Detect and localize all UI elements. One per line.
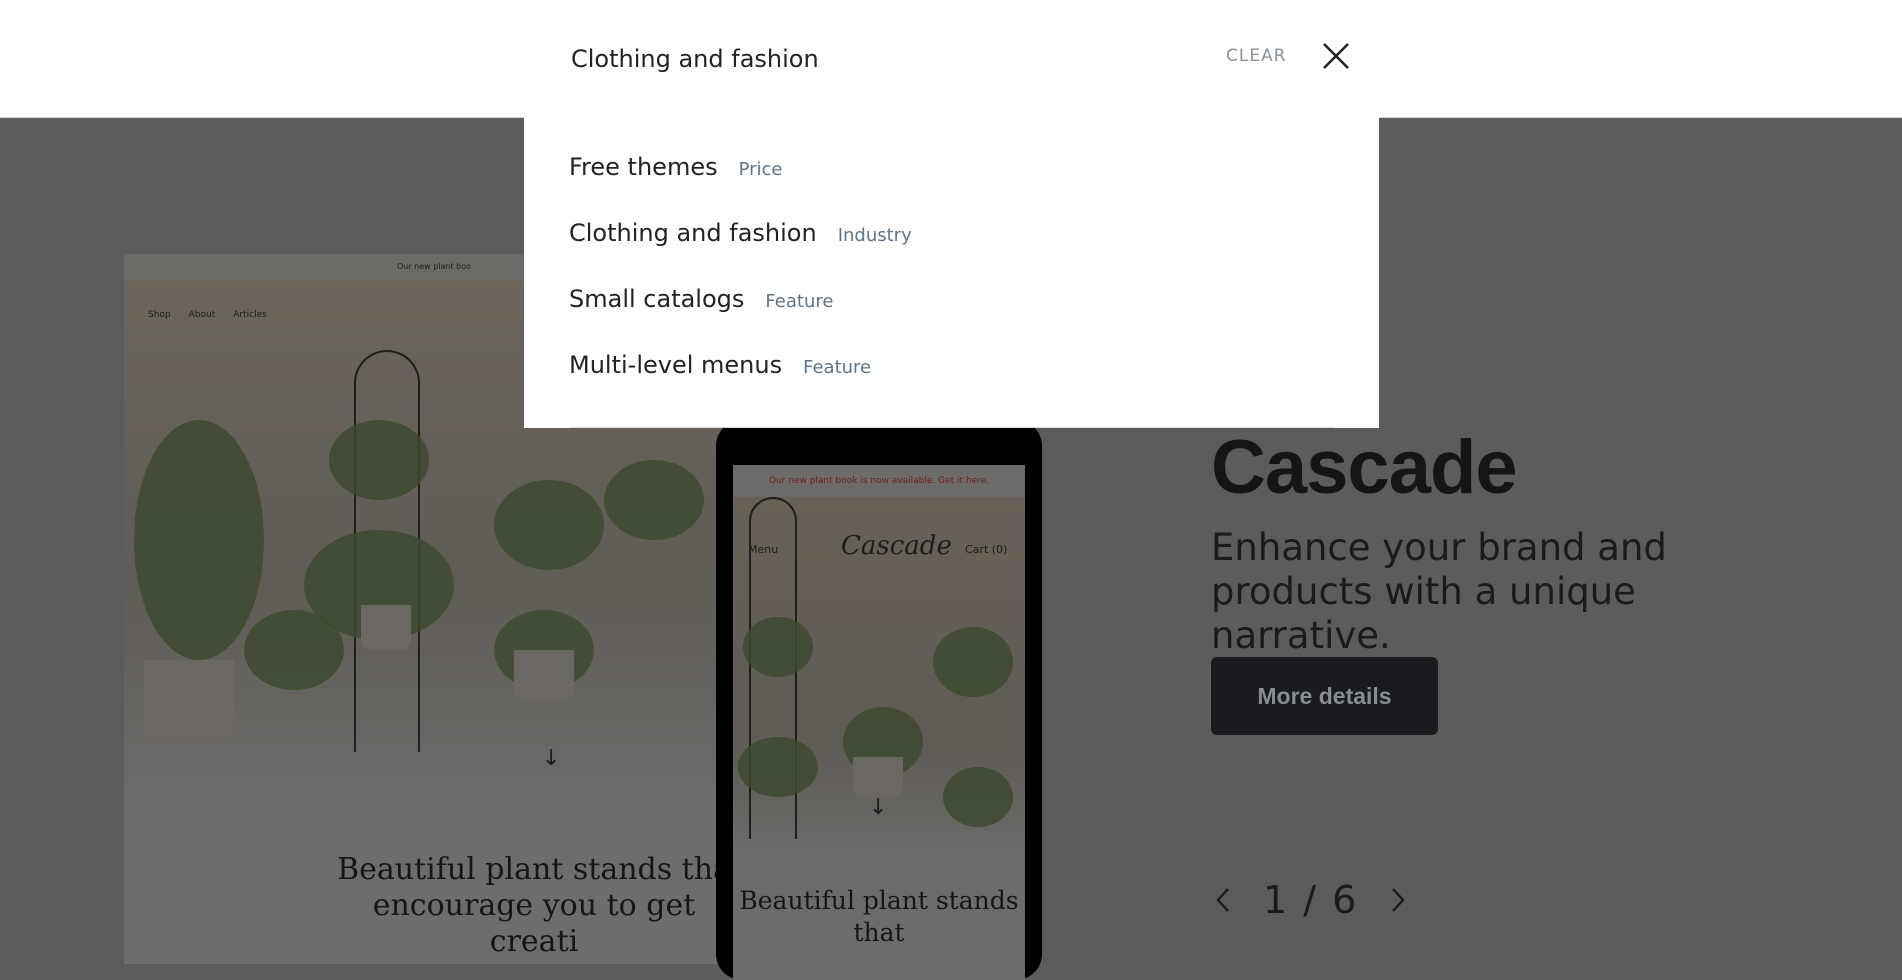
desktop-nav-item: Shop: [148, 310, 171, 320]
pot-shape: [853, 757, 903, 797]
phone-cart-label: Cart (0): [965, 543, 1008, 556]
theme-description: Enhance your brand and products with a u…: [1211, 526, 1667, 657]
desktop-nav: Shop About Articles: [148, 310, 267, 320]
phone-logo: Cascade: [841, 531, 952, 561]
phone-announcement-bar: Our new plant book is now available. Get…: [733, 465, 1025, 497]
pot-shape: [361, 605, 411, 650]
suggestion-label: Small catalogs: [569, 285, 745, 313]
more-details-button[interactable]: More details: [1211, 657, 1438, 735]
plant-shape: [933, 627, 1013, 697]
phone-menu-label: Menu: [748, 543, 779, 556]
suggestion-label: Clothing and fashion: [569, 219, 817, 247]
suggestion-item-free-themes[interactable]: Free themes Price: [569, 153, 783, 193]
phone-screen: Our new plant book is now available. Get…: [733, 465, 1025, 980]
search-input[interactable]: [569, 40, 1173, 78]
suggestion-item-multi-level-menus[interactable]: Multi-level menus Feature: [569, 351, 871, 391]
plant-shape: [738, 737, 818, 797]
pot-shape: [144, 660, 234, 740]
close-icon[interactable]: [1318, 38, 1354, 74]
chevron-left-icon[interactable]: [1211, 885, 1237, 915]
suggestion-item-clothing-and-fashion[interactable]: Clothing and fashion Industry: [569, 219, 912, 259]
plant-shape: [604, 460, 704, 540]
plant-shape: [743, 617, 813, 677]
suggestion-item-small-catalogs[interactable]: Small catalogs Feature: [569, 285, 833, 325]
arrow-down-icon: ↓: [542, 746, 561, 771]
suggestion-tag: Feature: [803, 357, 872, 378]
chevron-right-icon[interactable]: [1384, 885, 1410, 915]
search-bar: CLEAR: [0, 0, 1902, 118]
plant-shape: [329, 420, 429, 500]
suggestion-label: Free themes: [569, 153, 718, 181]
suggestion-label: Multi-level menus: [569, 351, 783, 379]
search-suggestions-dropdown: Free themes Price Clothing and fashion I…: [524, 117, 1379, 428]
desktop-headline: Beautiful plant stands tha encourage you…: [337, 852, 731, 959]
plant-shape: [134, 420, 264, 660]
clear-button[interactable]: CLEAR: [1226, 46, 1287, 66]
desktop-nav-item: Articles: [233, 310, 267, 320]
phone-preview: Our new plant book is now available. Get…: [716, 420, 1042, 980]
suggestion-tag: Price: [738, 159, 783, 180]
phone-headline: Beautiful plant stands that: [739, 886, 1019, 947]
suggestion-tag: Industry: [837, 225, 912, 246]
desktop-nav-item: About: [188, 310, 216, 320]
plant-shape: [494, 480, 604, 570]
plant-shape: [943, 767, 1013, 827]
arrow-down-icon: ↓: [869, 795, 888, 820]
pot-shape: [514, 650, 574, 700]
theme-pager: 1 / 6: [1211, 876, 1410, 924]
pager-count: 1 / 6: [1263, 878, 1359, 922]
theme-name: Cascade: [1211, 425, 1518, 510]
suggestion-tag: Feature: [765, 291, 834, 312]
dropdown-divider: [569, 427, 1335, 428]
